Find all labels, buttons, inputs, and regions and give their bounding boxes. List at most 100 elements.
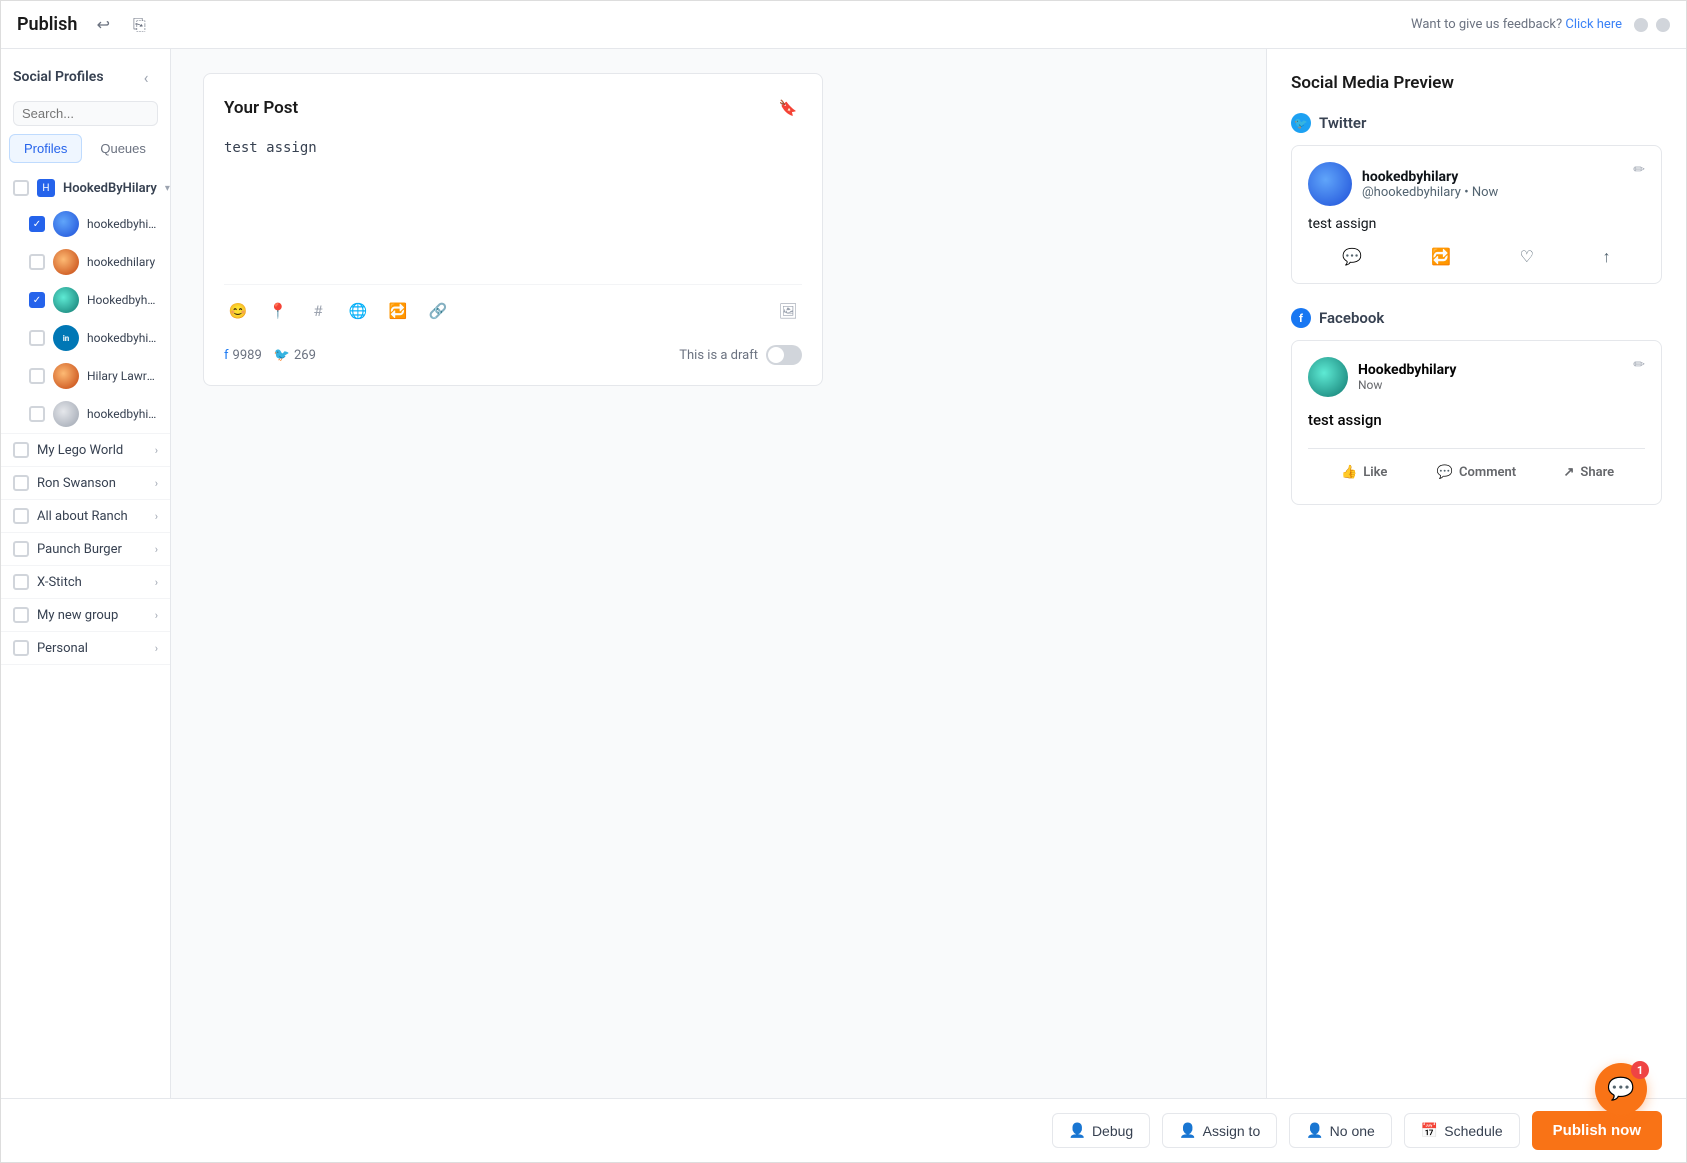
twitter-platform-name: Twitter [1319, 114, 1366, 132]
group-checkbox[interactable] [13, 640, 29, 656]
bottom-bar: 👤 Debug 👤 Assign to 👤 No one 📅 Schedule … [1, 1098, 1686, 1162]
avatar [53, 401, 79, 427]
redo-icon[interactable]: ⎘ [125, 11, 153, 39]
profile-checkbox[interactable] [29, 254, 45, 270]
avatar [53, 287, 79, 313]
group-name: HookedByHilary [63, 181, 157, 196]
assign-to-button[interactable]: 👤 Assign to [1162, 1113, 1277, 1148]
group-item-my-lego-world[interactable]: My Lego World › [1, 434, 170, 467]
link-icon[interactable]: 🔗 [424, 297, 452, 325]
reply-icon[interactable]: 💬 [1342, 247, 1362, 267]
tweet-content: test assign [1308, 214, 1645, 235]
tab-queues[interactable]: Queues [86, 134, 160, 163]
group-item-paunch-burger[interactable]: Paunch Burger › [1, 533, 170, 566]
facebook-count-icon: f [224, 348, 229, 363]
retweet-icon[interactable]: 🔁 [384, 297, 412, 325]
publish-label: Publish now [1553, 1122, 1641, 1139]
close-button[interactable] [1656, 18, 1670, 32]
fb-comment-button[interactable]: 💬 Comment [1420, 457, 1532, 488]
group-checkbox[interactable] [13, 541, 29, 557]
facebook-platform-icon: f [1291, 308, 1311, 328]
group-name: Personal [37, 641, 147, 656]
group-item-my-new-group[interactable]: My new group › [1, 599, 170, 632]
profile-checkbox[interactable] [29, 216, 45, 232]
profile-item-hookedbyhilary-fb[interactable]: Hookedbyhilary [1, 281, 170, 319]
comment-icon: 💬 [1437, 465, 1453, 480]
group-checkbox[interactable] [13, 508, 29, 524]
group-checkbox[interactable] [13, 442, 29, 458]
like-icon: 👍 [1341, 465, 1357, 480]
draft-toggle-switch[interactable] [766, 345, 802, 365]
chevron-right-icon: › [155, 609, 158, 622]
profile-group-header[interactable]: H HookedByHilary ▾ [1, 171, 170, 205]
profile-item-hookedbyhilary-twitter[interactable]: hookedbyhilary [1, 205, 170, 243]
fb-time: Now [1358, 378, 1456, 392]
chat-badge: 1 [1631, 1061, 1649, 1079]
post-textarea[interactable]: test assign [224, 138, 802, 268]
undo-icon[interactable]: ↩ [89, 11, 117, 39]
group-name: My Lego World [37, 443, 147, 458]
hashtag-icon[interactable]: # [304, 297, 332, 325]
fb-edit-button[interactable]: ✏ [1633, 357, 1645, 373]
search-box[interactable]: 🔍 [13, 101, 158, 126]
search-input[interactable] [22, 106, 171, 121]
profile-checkbox[interactable] [29, 406, 45, 422]
profile-item-hookedbyhilary-linkedin[interactable]: in hookedbyhilary [1, 319, 170, 357]
location-icon[interactable]: 📍 [264, 297, 292, 325]
assignee-icon: 👤 [1306, 1122, 1323, 1139]
share-action-icon[interactable]: ↑ [1603, 247, 1611, 267]
profile-name: Hookedbyhilary [87, 293, 158, 307]
draft-toggle[interactable]: This is a draft [679, 345, 802, 365]
schedule-button[interactable]: 📅 Schedule [1404, 1113, 1520, 1148]
group-checkbox[interactable] [13, 475, 29, 491]
avatar [53, 211, 79, 237]
title-bar: Publish ↩ ⎘ Want to give us feedback? Cl… [1, 1, 1686, 49]
chevron-right-icon: › [155, 444, 158, 457]
twitter-count: 269 [294, 348, 316, 363]
like-label: Like [1363, 465, 1387, 480]
tab-profiles[interactable]: Profiles [9, 134, 82, 163]
chevron-right-icon: › [155, 510, 158, 523]
group-name: All about Ranch [37, 509, 147, 524]
image-icon[interactable]: 🖼 [774, 297, 802, 325]
sidebar-collapse-button[interactable]: ‹ [134, 65, 158, 89]
chevron-right-icon: › [155, 642, 158, 655]
group-checkbox[interactable] [13, 180, 29, 196]
retweet-action-icon[interactable]: 🔁 [1431, 247, 1451, 267]
group-icon: H [37, 179, 55, 197]
bookmark-icon[interactable]: 🔖 [774, 94, 802, 122]
profile-item-hilary-lawrence[interactable]: Hilary Lawrence [1, 357, 170, 395]
emoji-icon[interactable]: 😊 [224, 297, 252, 325]
group-item-personal[interactable]: Personal › [1, 632, 170, 665]
fb-share-button[interactable]: ↗ Share [1533, 457, 1645, 488]
group-item-ron-swanson[interactable]: Ron Swanson › [1, 467, 170, 500]
debug-button[interactable]: 👤 Debug [1052, 1113, 1151, 1148]
globe-icon[interactable]: 🌐 [344, 297, 372, 325]
fb-like-button[interactable]: 👍 Like [1308, 457, 1420, 488]
profile-checkbox[interactable] [29, 368, 45, 384]
chevron-right-icon: › [155, 477, 158, 490]
avatar [53, 363, 79, 389]
chat-button[interactable]: 💬 1 [1595, 1063, 1647, 1115]
profile-checkbox[interactable] [29, 330, 45, 346]
tweet-avatar [1308, 162, 1352, 206]
chevron-right-icon: › [155, 576, 158, 589]
assignee-button[interactable]: 👤 No one [1289, 1113, 1392, 1148]
profile-name: hookedhilary [87, 255, 158, 269]
profile-item-hookedhilary[interactable]: hookedhilary [1, 243, 170, 281]
sidebar-title: Social Profiles [13, 69, 104, 85]
feedback-link[interactable]: Click here [1565, 17, 1622, 32]
feedback-text: Want to give us feedback? Click here [1411, 17, 1622, 32]
group-item-all-about-ranch[interactable]: All about Ranch › [1, 500, 170, 533]
preview-title: Social Media Preview [1291, 73, 1662, 93]
debug-icon: 👤 [1069, 1122, 1086, 1139]
profile-checkbox[interactable] [29, 292, 45, 308]
like-icon[interactable]: ♡ [1520, 247, 1534, 267]
profile-item-hookedbyhilary-yt[interactable]: hookedbyhilary [1, 395, 170, 433]
group-checkbox[interactable] [13, 607, 29, 623]
tweet-edit-button[interactable]: ✏ [1633, 162, 1645, 178]
group-checkbox[interactable] [13, 574, 29, 590]
group-item-x-stitch[interactable]: X-Stitch › [1, 566, 170, 599]
publish-now-button[interactable]: Publish now [1532, 1111, 1662, 1150]
minimize-button[interactable] [1634, 18, 1648, 32]
